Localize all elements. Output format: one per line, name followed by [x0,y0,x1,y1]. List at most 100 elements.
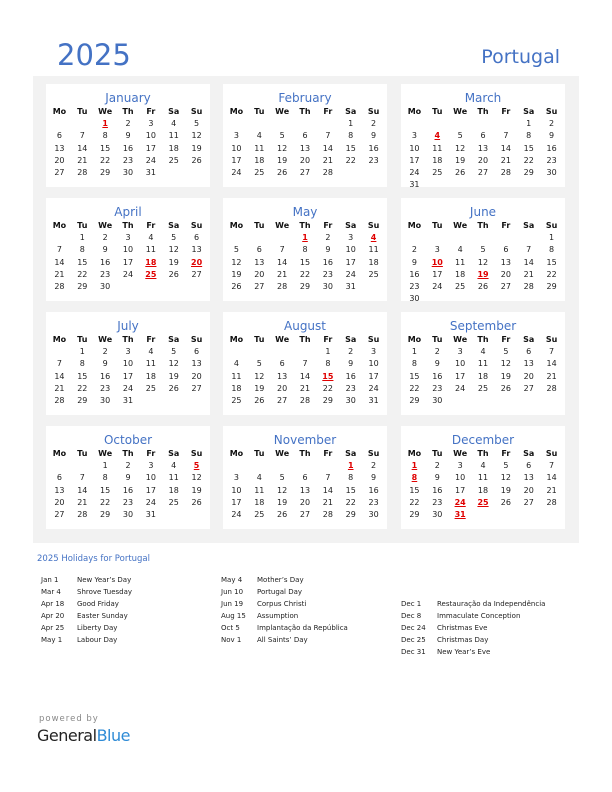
day-cell[interactable]: 12 [248,371,271,383]
day-cell[interactable]: 9 [94,358,117,370]
day-cell[interactable]: 18 [248,155,271,167]
day-cell[interactable]: 7 [494,130,517,142]
day-cell[interactable]: 27 [494,281,517,293]
day-cell[interactable]: 21 [540,371,563,383]
day-cell[interactable]: 26 [271,167,294,179]
day-cell[interactable]: 7 [540,460,563,472]
day-cell[interactable]: 17 [117,257,140,269]
day-cell[interactable]: 17 [449,371,472,383]
day-cell[interactable]: 8 [403,358,426,370]
day-cell[interactable]: 22 [71,383,94,395]
day-cell[interactable]: 13 [48,485,71,497]
day-cell[interactable]: 30 [426,395,449,407]
holiday-day-cell[interactable]: 1 [94,118,117,130]
day-cell[interactable]: 21 [517,269,540,281]
day-cell[interactable]: 14 [316,143,339,155]
day-cell[interactable]: 9 [426,472,449,484]
day-cell[interactable]: 21 [48,383,71,395]
day-cell[interactable]: 7 [48,244,71,256]
day-cell[interactable]: 7 [271,244,294,256]
day-cell[interactable]: 6 [494,244,517,256]
day-cell[interactable]: 7 [48,358,71,370]
day-cell[interactable]: 13 [271,371,294,383]
day-cell[interactable]: 14 [517,257,540,269]
day-cell[interactable]: 28 [540,383,563,395]
day-cell[interactable]: 26 [162,269,185,281]
day-cell[interactable]: 23 [403,281,426,293]
day-cell[interactable]: 17 [426,269,449,281]
day-cell[interactable]: 3 [117,232,140,244]
day-cell[interactable]: 25 [426,167,449,179]
day-cell[interactable]: 23 [426,497,449,509]
day-cell[interactable]: 18 [248,497,271,509]
day-cell[interactable]: 28 [71,509,94,521]
day-cell[interactable]: 28 [294,395,317,407]
day-cell[interactable]: 9 [94,244,117,256]
day-cell[interactable]: 12 [271,485,294,497]
day-cell[interactable]: 25 [225,395,248,407]
day-cell[interactable]: 13 [294,143,317,155]
day-cell[interactable]: 17 [117,371,140,383]
day-cell[interactable]: 21 [71,155,94,167]
day-cell[interactable]: 2 [316,232,339,244]
day-cell[interactable]: 18 [449,269,472,281]
day-cell[interactable]: 16 [426,485,449,497]
day-cell[interactable]: 29 [540,281,563,293]
day-cell[interactable]: 4 [162,118,185,130]
day-cell[interactable]: 12 [271,143,294,155]
day-cell[interactable]: 23 [94,269,117,281]
day-cell[interactable]: 28 [316,167,339,179]
day-cell[interactable]: 13 [494,257,517,269]
day-cell[interactable]: 26 [472,281,495,293]
day-cell[interactable]: 14 [294,371,317,383]
day-cell[interactable]: 12 [494,358,517,370]
day-cell[interactable]: 9 [362,472,385,484]
day-cell[interactable]: 30 [426,509,449,521]
holiday-day-cell[interactable]: 15 [316,371,339,383]
day-cell[interactable]: 26 [225,281,248,293]
day-cell[interactable]: 22 [71,269,94,281]
day-cell[interactable]: 26 [185,497,208,509]
day-cell[interactable]: 10 [362,358,385,370]
day-cell[interactable]: 30 [117,167,140,179]
day-cell[interactable]: 14 [316,485,339,497]
day-cell[interactable]: 24 [117,383,140,395]
day-cell[interactable]: 10 [117,358,140,370]
day-cell[interactable]: 27 [185,383,208,395]
day-cell[interactable]: 22 [339,155,362,167]
day-cell[interactable]: 14 [494,143,517,155]
day-cell[interactable]: 27 [294,167,317,179]
day-cell[interactable]: 11 [225,371,248,383]
day-cell[interactable]: 8 [294,244,317,256]
holiday-day-cell[interactable]: 31 [449,509,472,521]
day-cell[interactable]: 27 [185,269,208,281]
day-cell[interactable]: 15 [94,143,117,155]
day-cell[interactable]: 12 [162,244,185,256]
day-cell[interactable]: 2 [117,460,140,472]
day-cell[interactable]: 31 [139,509,162,521]
day-cell[interactable]: 1 [339,118,362,130]
day-cell[interactable]: 14 [540,472,563,484]
holiday-day-cell[interactable]: 1 [294,232,317,244]
day-cell[interactable]: 2 [362,460,385,472]
day-cell[interactable]: 22 [517,155,540,167]
day-cell[interactable]: 19 [271,155,294,167]
day-cell[interactable]: 12 [225,257,248,269]
day-cell[interactable]: 29 [403,395,426,407]
day-cell[interactable]: 19 [185,143,208,155]
day-cell[interactable]: 4 [162,460,185,472]
day-cell[interactable]: 5 [185,118,208,130]
day-cell[interactable]: 22 [540,269,563,281]
day-cell[interactable]: 24 [225,167,248,179]
day-cell[interactable]: 23 [540,155,563,167]
day-cell[interactable]: 19 [494,371,517,383]
day-cell[interactable]: 4 [248,472,271,484]
day-cell[interactable]: 28 [494,167,517,179]
day-cell[interactable]: 29 [403,509,426,521]
day-cell[interactable]: 26 [449,167,472,179]
day-cell[interactable]: 22 [403,383,426,395]
day-cell[interactable]: 7 [540,346,563,358]
day-cell[interactable]: 21 [316,155,339,167]
day-cell[interactable]: 20 [48,497,71,509]
day-cell[interactable]: 3 [449,346,472,358]
